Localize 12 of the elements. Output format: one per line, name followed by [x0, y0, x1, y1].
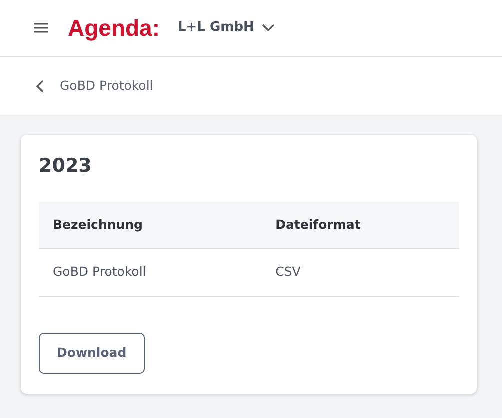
table-cell: GoBD Protokoll	[39, 248, 262, 297]
year-heading: 2023	[39, 155, 93, 178]
company-selector[interactable]: L+L GmbH	[178, 18, 254, 38]
back-icon[interactable]	[36, 80, 44, 92]
menu-icon[interactable]	[34, 23, 48, 33]
column-header: Bezeichnung	[39, 202, 262, 249]
page-title: GoBD Protokoll	[60, 76, 154, 95]
download-button[interactable]: Download	[39, 333, 145, 374]
table-cell: CSV	[262, 248, 459, 297]
agenda-logo[interactable]: Agenda:	[68, 10, 160, 46]
column-header: Dateiformat	[262, 202, 459, 249]
chevron-down-icon[interactable]	[262, 24, 276, 32]
